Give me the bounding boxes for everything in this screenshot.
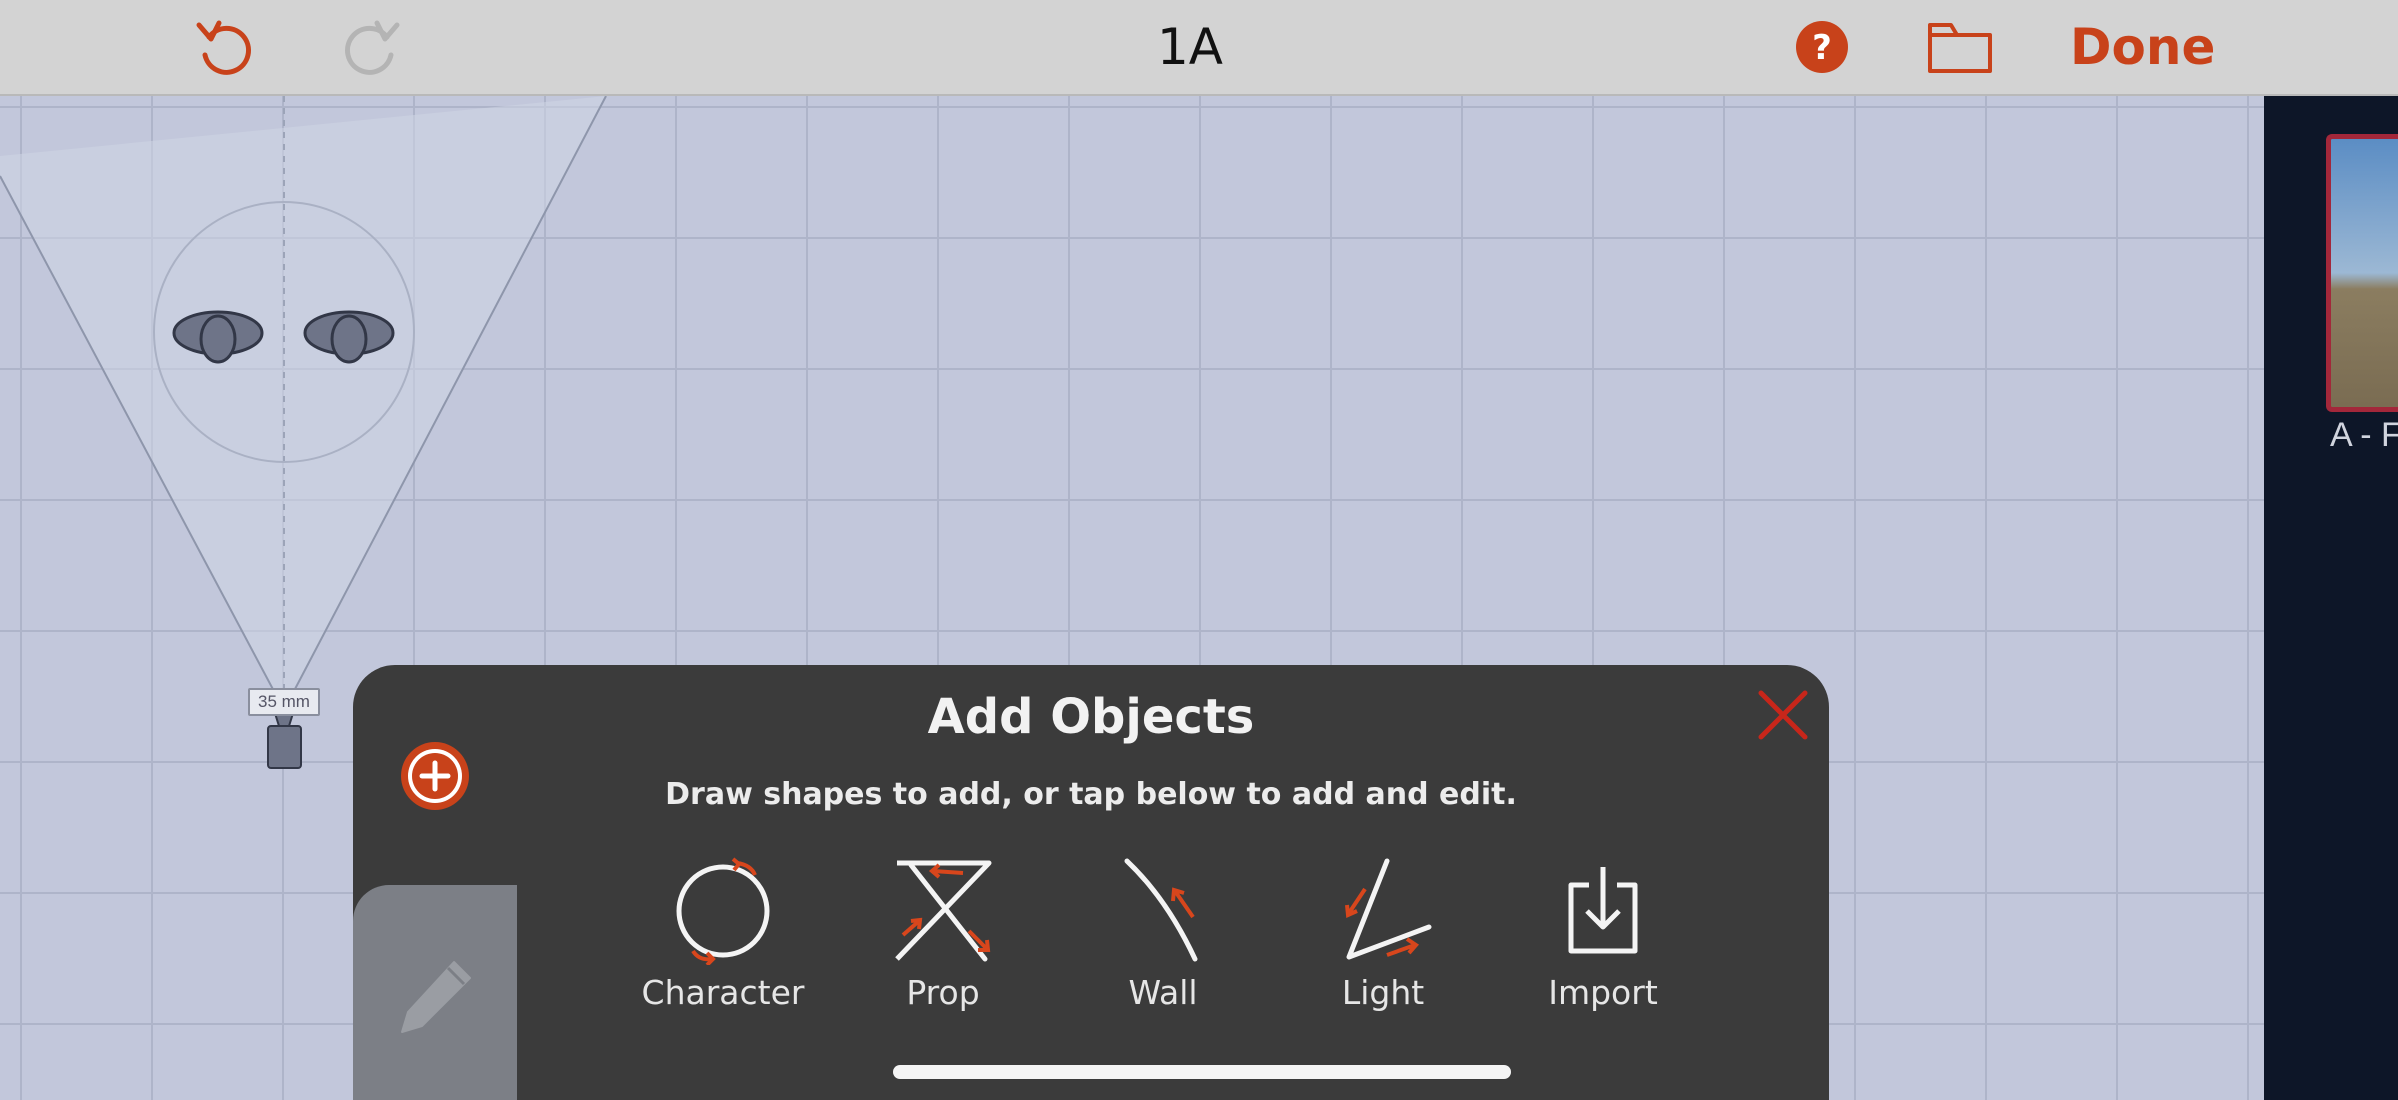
camera-icon[interactable]: [267, 709, 302, 769]
plus-circle-icon: [401, 742, 469, 810]
document-title: 1A: [1156, 18, 1223, 76]
character-gesture-icon: [676, 857, 770, 965]
undo-icon: [196, 20, 251, 75]
shot-label: A - F: [2330, 416, 2398, 454]
redo-icon: [345, 20, 400, 75]
tool-wall[interactable]: Wall: [1078, 855, 1248, 1015]
done-button[interactable]: Done: [2070, 16, 2215, 78]
tool-label: Prop: [906, 973, 980, 1012]
shot-thumbnail[interactable]: [2326, 134, 2398, 412]
light-gesture-icon: [1345, 858, 1432, 960]
tool-label: Character: [641, 973, 805, 1012]
panel-subtitle: Draw shapes to add, or tap below to add …: [665, 777, 1517, 812]
camera-lens-label: 35 mm: [248, 688, 320, 716]
folder-button[interactable]: [1925, 16, 1995, 78]
shots-sidebar: A - F: [2264, 96, 2398, 1100]
svg-text:?: ?: [1812, 28, 1832, 68]
panel-title: Add Objects: [927, 689, 1255, 745]
help-button[interactable]: ?: [1795, 20, 1849, 74]
wall-gesture-icon: [1124, 858, 1198, 962]
tool-label: Light: [1341, 973, 1425, 1012]
camera-view-cone: [0, 96, 606, 710]
home-indicator: [893, 1065, 1511, 1079]
help-icon: ?: [1796, 21, 1848, 73]
pencil-tool[interactable]: [392, 950, 482, 1040]
top-toolbar: 1A ? Done: [0, 0, 2398, 96]
import-icon: [1568, 867, 1638, 954]
add-object-button[interactable]: [398, 739, 472, 813]
tool-light[interactable]: Light: [1298, 855, 1468, 1015]
tool-prop[interactable]: Prop: [858, 855, 1028, 1015]
redo-button[interactable]: [340, 12, 406, 82]
tool-import[interactable]: Import: [1518, 855, 1688, 1015]
prop-gesture-icon: [895, 860, 992, 962]
pencil-icon: [401, 961, 471, 1033]
tool-label: Import: [1548, 973, 1658, 1012]
tool-label: Wall: [1128, 973, 1198, 1012]
undo-button[interactable]: [190, 12, 256, 82]
folder-icon: [1928, 23, 1992, 73]
tool-character[interactable]: Character: [638, 855, 808, 1015]
close-icon: [1758, 690, 1808, 740]
close-button[interactable]: [1753, 685, 1813, 745]
